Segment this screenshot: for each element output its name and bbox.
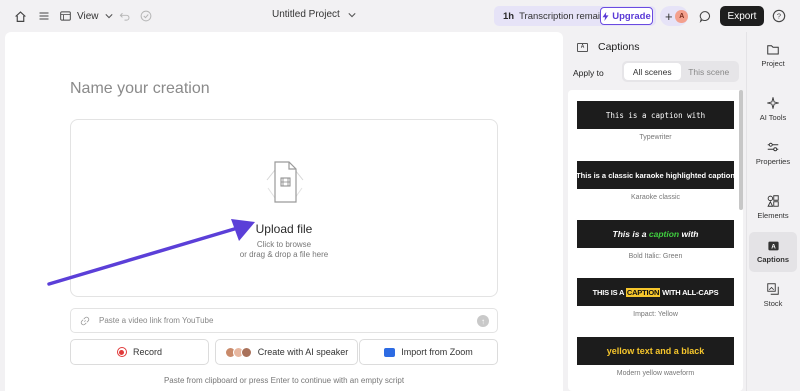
project-title-text: Untitled Project (272, 9, 340, 20)
record-button[interactable]: Record (70, 339, 209, 365)
rail-item-label: Stock (763, 298, 783, 308)
right-rail: Project AI Tools Properties Elements A C… (746, 32, 800, 391)
main-panel: Name your creation Upload file Click to … (5, 32, 563, 391)
undo-icon[interactable] (116, 8, 132, 24)
stock-media-icon (767, 282, 779, 295)
submit-link-icon[interactable]: ↑ (477, 315, 489, 327)
help-icon[interactable]: ? (771, 8, 787, 24)
apply-to-label: Apply to (573, 68, 604, 78)
captions-header: A Captions (577, 41, 639, 53)
rail-item-project[interactable]: Project (749, 36, 797, 76)
rail-item-captions[interactable]: A Captions (749, 232, 797, 272)
home-icon[interactable] (12, 8, 28, 24)
caption-style-typewriter[interactable]: This is a caption with Typewriter (577, 101, 734, 141)
link-icon (80, 316, 90, 325)
caption-style-label: Bold Italic: Green (628, 253, 683, 260)
caption-style-label: Typewriter (639, 134, 672, 141)
project-name-input[interactable]: Name your creation (70, 80, 210, 98)
captions-title: Captions (598, 41, 640, 53)
caption-style-label: Modern yellow waveform (616, 370, 695, 377)
folder-icon (767, 45, 779, 55)
export-button[interactable]: Export (720, 6, 764, 26)
captions-panel: A Captions Apply to All scenes This scen… (563, 32, 746, 391)
comment-icon[interactable] (697, 8, 713, 24)
shapes-icon (767, 194, 779, 207)
svg-text:?: ? (777, 12, 781, 21)
caption-preview-highlight: CAPTION (625, 287, 661, 297)
rail-item-label: Properties (755, 156, 791, 166)
avatar[interactable]: A (675, 9, 688, 23)
caption-style-label: Karaoke classic (630, 194, 681, 201)
collaborators[interactable]: + A (660, 6, 688, 26)
footnote-hint: Paste from clipboard or press Enter to c… (163, 376, 405, 385)
ai-speaker-button[interactable]: Create with AI speaker (215, 339, 358, 365)
upgrade-button[interactable]: Upgrade (600, 7, 653, 25)
add-collaborator-icon[interactable]: + (662, 9, 675, 24)
ai-speaker-label: Create with AI speaker (257, 347, 349, 357)
caption-preview: This is a classic karaoke highlighted ca… (576, 161, 735, 189)
rail-item-properties[interactable]: Properties (749, 133, 797, 173)
annotation-arrow (47, 219, 255, 286)
record-icon (116, 347, 127, 357)
export-label: Export (727, 10, 757, 22)
caption-style-karaoke[interactable]: This is a classic karaoke highlighted ca… (576, 161, 735, 201)
rail-item-label: Elements (757, 210, 789, 220)
caption-preview-text: THIS IS A (592, 287, 626, 297)
transcription-hours: 1h (503, 10, 515, 22)
caption-styles-list: This is a caption with Typewriter This i… (568, 90, 743, 391)
view-menu-button[interactable]: View (60, 8, 113, 24)
caption-preview-highlight: caption (648, 229, 680, 239)
scope-toggle: All scenes This scene (622, 61, 739, 82)
upgrade-label: Upgrade (612, 10, 651, 22)
caption-preview-text: WITH ALL-CAPS (660, 287, 719, 297)
import-zoom-label: Import from Zoom (401, 347, 473, 357)
captions-icon: A (577, 42, 588, 52)
view-label: View (77, 10, 99, 22)
youtube-link-input[interactable]: Paste a video link from YouTube ↑ (70, 308, 498, 333)
caption-preview: THIS IS A CAPTION WITH ALL-CAPS (577, 278, 734, 306)
scope-this-scene[interactable]: This scene (681, 63, 738, 80)
rail-item-ai-tools[interactable]: AI Tools (749, 89, 797, 129)
import-zoom-button[interactable]: Import from Zoom (359, 339, 498, 365)
file-upload-icon (266, 161, 304, 203)
svg-text:A: A (771, 243, 776, 250)
captions-scrollbar[interactable] (739, 90, 743, 210)
caption-style-modern-yellow-waveform[interactable]: yellow text and a black Modern yellow wa… (577, 337, 734, 377)
chevron-down-icon (348, 12, 356, 17)
caption-style-bold-italic-green[interactable]: This is a caption with Bold Italic: Gree… (577, 220, 734, 260)
caption-style-label: Impact: Yellow (633, 311, 678, 318)
lightning-icon (602, 11, 609, 21)
menu-icon[interactable] (36, 8, 52, 24)
rail-item-label: Project (761, 59, 785, 68)
top-bar: View Untitled Project 1h Transcription r… (0, 0, 800, 32)
rail-item-stock[interactable]: Stock (749, 275, 797, 315)
caption-preview: This is a caption with (577, 101, 734, 129)
caption-preview-text: This is a (612, 229, 649, 239)
scope-all-scenes[interactable]: All scenes (624, 63, 681, 80)
ai-speaker-avatars-icon (224, 346, 252, 358)
youtube-link-placeholder: Paste a video link from YouTube (99, 316, 214, 325)
rail-item-label: Captions (756, 254, 790, 264)
rail-item-elements[interactable]: Elements (749, 187, 797, 227)
chevron-down-icon (104, 14, 113, 19)
zoom-icon (384, 347, 396, 357)
sparkle-icon (767, 96, 779, 109)
caption-preview-text: with (679, 229, 699, 239)
check-status-icon (138, 8, 154, 24)
captions-icon: A (767, 241, 779, 250)
rail-item-label: AI Tools (759, 112, 787, 122)
sliders-icon (767, 142, 779, 151)
caption-preview: This is a caption with (577, 220, 734, 248)
layout-icon (60, 11, 71, 21)
caption-style-impact-yellow[interactable]: THIS IS A CAPTION WITH ALL-CAPS Impact: … (577, 278, 734, 318)
record-label: Record (132, 347, 162, 357)
caption-preview: yellow text and a black (577, 337, 734, 365)
project-title[interactable]: Untitled Project (272, 9, 356, 20)
